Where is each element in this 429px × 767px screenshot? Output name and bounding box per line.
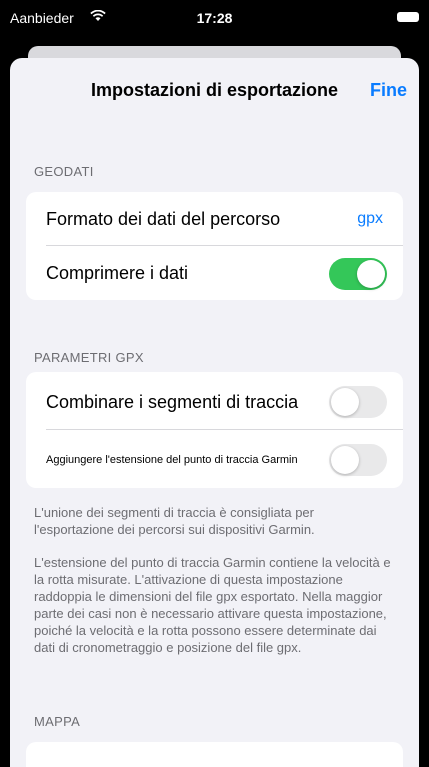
done-button[interactable]: Fine xyxy=(370,80,407,101)
navigation-bar: Impostazioni di esportazione Fine xyxy=(10,58,419,122)
garmin-row: Aggiungere l'estensione del punto di tra… xyxy=(26,430,403,488)
page-title: Impostazioni di esportazione xyxy=(90,80,339,100)
combine-row: Combinare i segmenti di traccia xyxy=(26,372,403,430)
gpx-footer-garmin: L'estensione del punto di traccia Garmin… xyxy=(34,555,391,655)
compress-toggle[interactable] xyxy=(329,258,387,290)
toggle-knob xyxy=(331,388,359,416)
export-settings-sheet: Impostazioni di esportazione Fine GEODAT… xyxy=(10,58,419,767)
section-header-geodata: GEODATI xyxy=(34,164,94,179)
garmin-label: Aggiungere l'estensione del punto di tra… xyxy=(46,454,298,466)
section-header-map: MAPPA xyxy=(34,714,81,729)
gpx-group: Combinare i segmenti di traccia Aggiunge… xyxy=(26,372,403,488)
format-value: gpx xyxy=(357,210,383,227)
combine-toggle[interactable] xyxy=(329,386,387,418)
combine-label: Combinare i segmenti di traccia xyxy=(46,392,299,412)
format-label: Formato dei dati del percorso xyxy=(46,209,281,229)
toggle-knob xyxy=(331,446,359,474)
status-bar: Aanbieder 17:28 xyxy=(0,0,429,40)
gpx-footer-combine: L'unione dei segmenti di traccia è consi… xyxy=(34,505,315,537)
format-row[interactable]: Formato dei dati del percorso gpx xyxy=(26,192,403,246)
map-group xyxy=(26,742,403,767)
geodata-group: Formato dei dati del percorso gpx Compri… xyxy=(26,192,403,300)
compress-label: Comprimere i dati xyxy=(46,263,189,283)
battery-icon xyxy=(397,12,419,22)
garmin-toggle[interactable] xyxy=(329,444,387,476)
toggle-knob xyxy=(357,260,385,288)
status-time: 17:28 xyxy=(196,10,233,26)
compress-row: Comprimere i dati xyxy=(26,246,403,300)
section-header-gpx: PARAMETRI GPX xyxy=(34,350,144,365)
